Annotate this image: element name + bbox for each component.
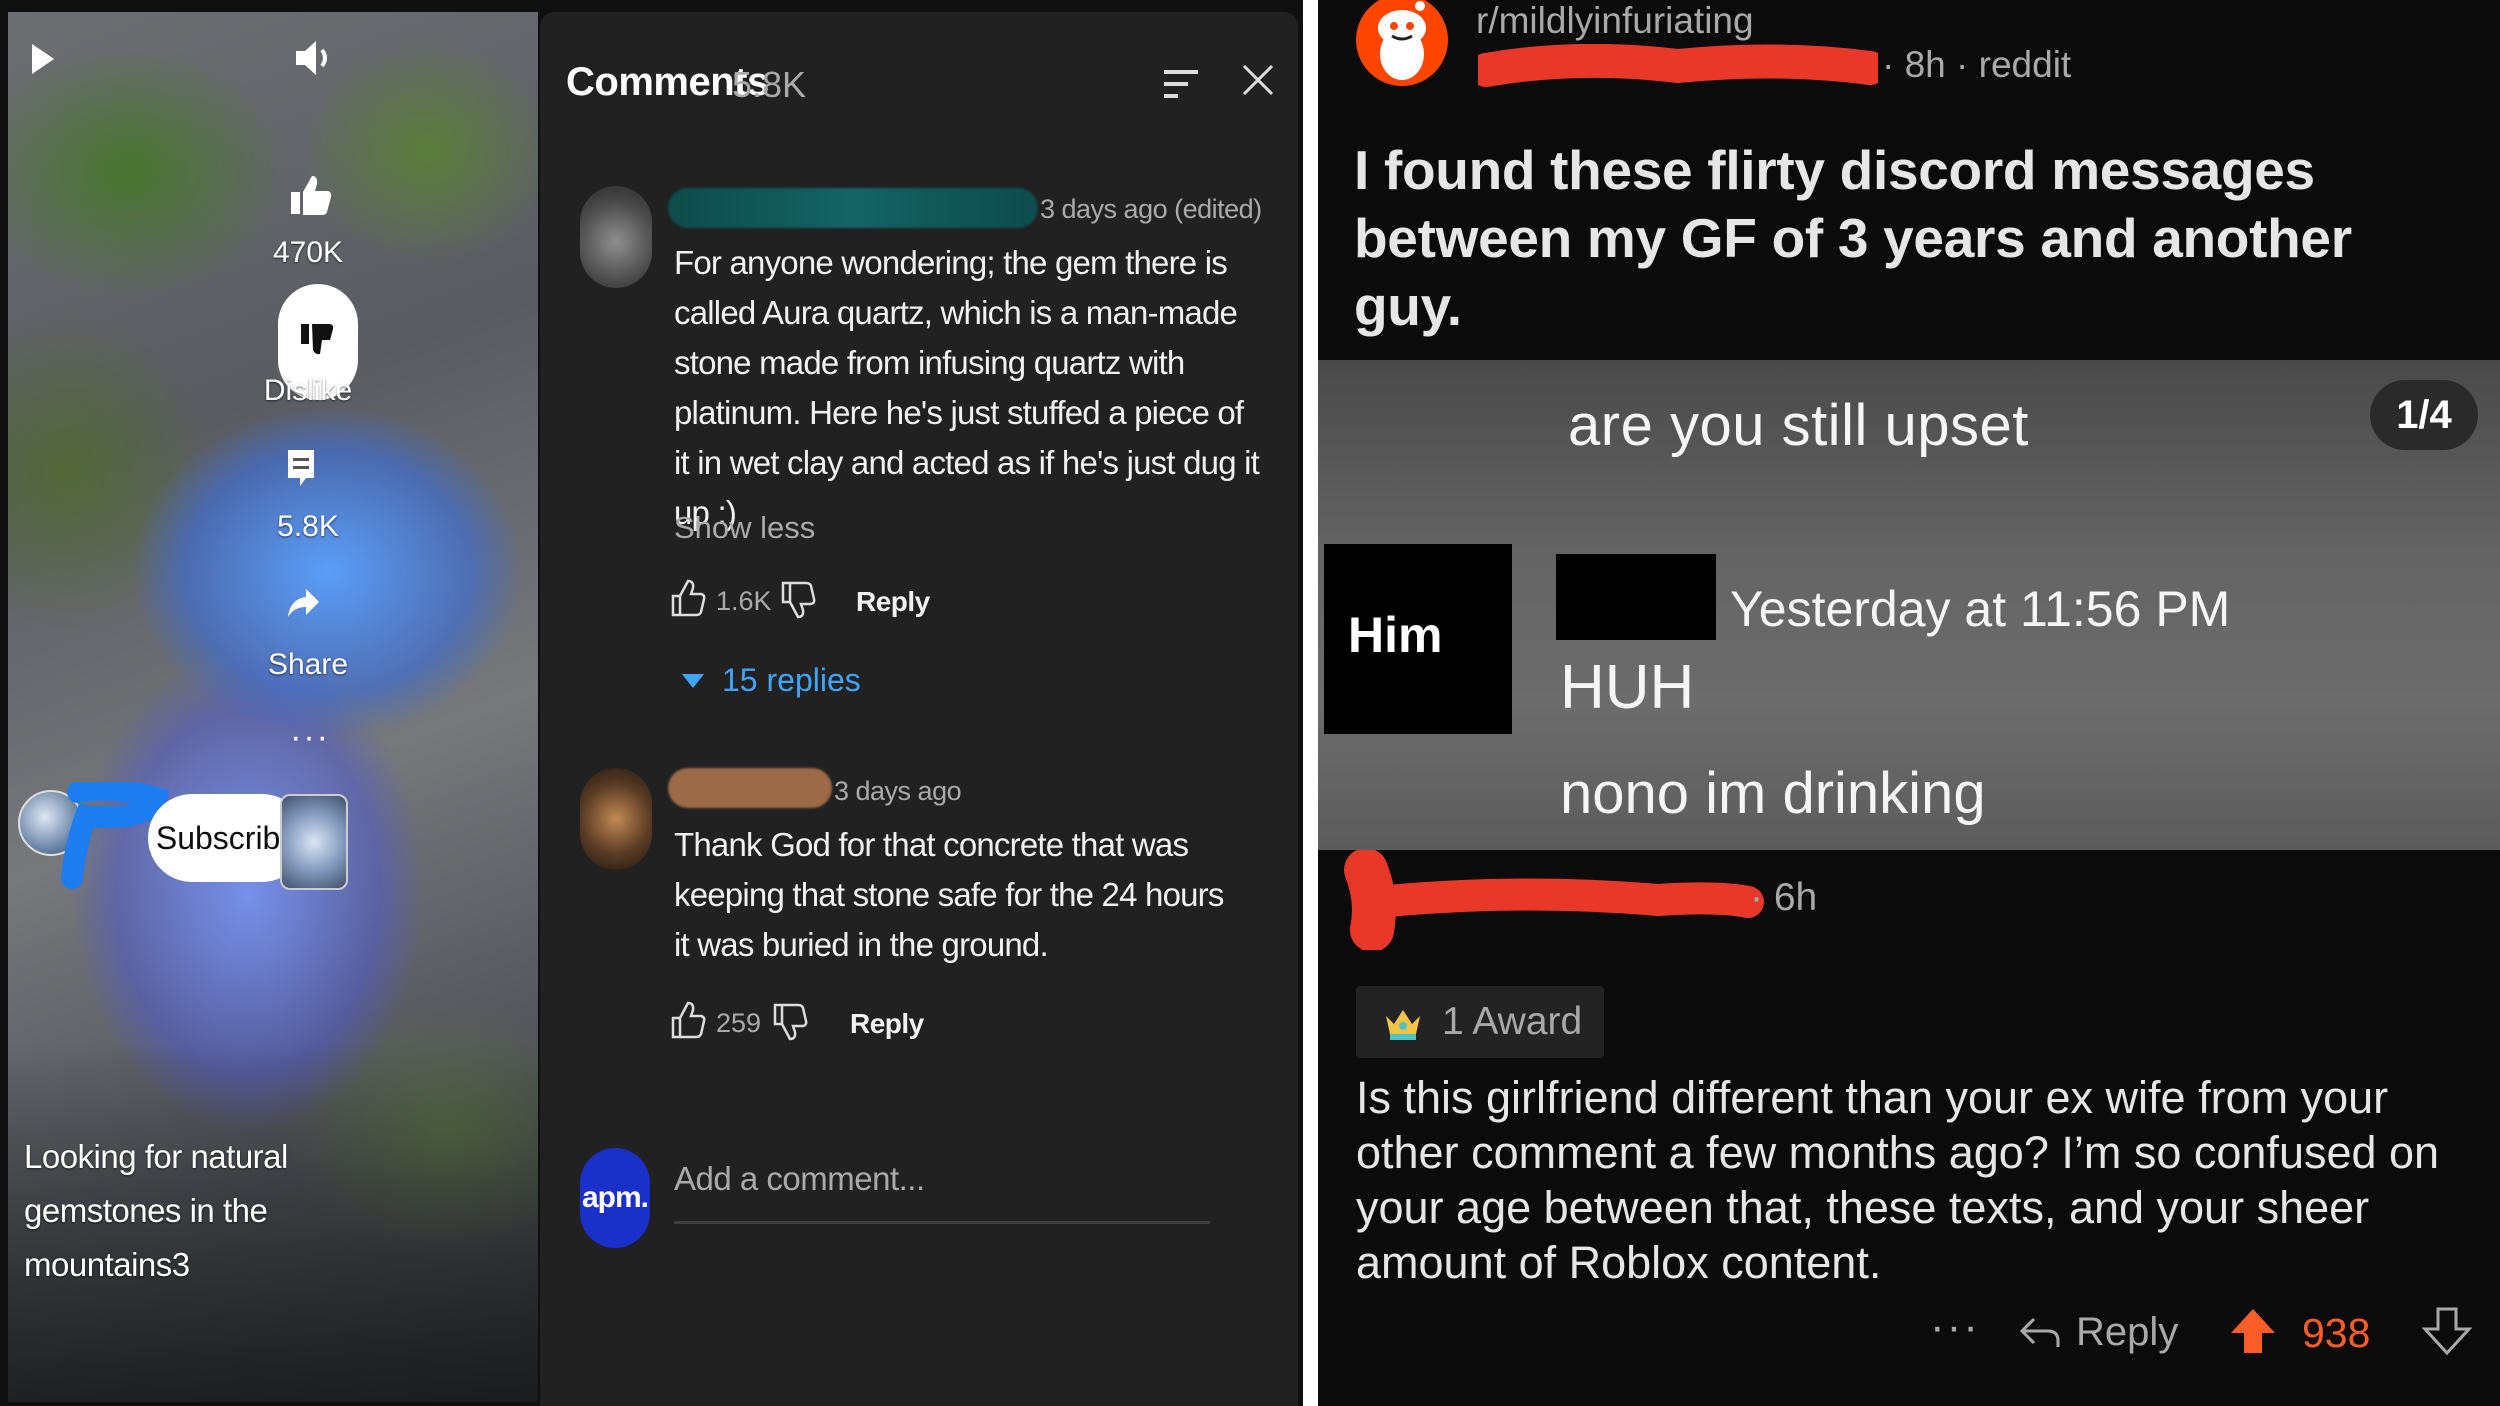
comment-time: · 6h (1750, 876, 1818, 919)
sound-thumbnail[interactable] (280, 794, 348, 890)
composite-screenshot: 470K Dislike 5.8K Share Looking for natu… (0, 0, 2500, 1406)
username-redaction (668, 188, 1038, 228)
message-text: HUH (1560, 653, 1695, 722)
share-label: Share (267, 648, 349, 681)
reddit-post-panel: r/mildlyinfuriating · 8h · reddit I foun… (1318, 0, 2500, 1406)
chevron-down-icon (682, 673, 704, 688)
volume-icon[interactable] (294, 38, 338, 83)
poster-name-redaction (1478, 44, 1878, 87)
commenter-name-redaction (1344, 850, 1764, 950)
upvote-icon[interactable] (2228, 1306, 2278, 1361)
thumbs-up-icon[interactable] (670, 578, 706, 623)
video-player[interactable]: 470K Dislike 5.8K Share Looking for natu… (8, 12, 538, 1402)
reply-button[interactable]: Reply (850, 1008, 924, 1040)
post-title[interactable]: I found these flirty discord messages be… (1354, 136, 2474, 340)
video-title: Looking for natural gemstones in the mou… (24, 1138, 288, 1283)
dislike-label: Dislike (263, 374, 353, 407)
reply-button[interactable]: Reply (856, 586, 930, 618)
subreddit-name[interactable]: r/mildlyinfuriating (1476, 0, 1754, 42)
reply-arrow-icon (2019, 1317, 2060, 1347)
play-icon[interactable] (30, 42, 56, 81)
thumbs-down-icon[interactable] (780, 580, 816, 625)
sender-name-redaction (1556, 554, 1716, 640)
sender-avatar-box: Him (1324, 544, 1512, 734)
post-meta: · 8h · reddit (1882, 44, 2072, 85)
comment-count: 5.8K (277, 510, 339, 543)
like-count: 470K (272, 236, 344, 269)
user-avatar: apm. (580, 1148, 650, 1248)
comment-avatar[interactable] (580, 768, 652, 870)
comment-time: 3 days ago (834, 776, 962, 806)
close-icon[interactable] (1240, 62, 1276, 103)
award-badge[interactable]: 1 Award (1356, 986, 1604, 1058)
message-timestamp: Yesterday at 11:56 PM (1730, 581, 2231, 637)
reply-label: Reply (2076, 1310, 2179, 1354)
view-replies-toggle[interactable]: 15 replies (682, 662, 861, 699)
comment-text: Is this girlfriend different than your e… (1356, 1072, 2440, 1288)
more-options-icon[interactable]: ··· (290, 718, 330, 757)
message-text: are you still upset (1568, 393, 2029, 458)
comment-text: Thank God for that concrete that was kee… (674, 826, 1224, 963)
like-icon[interactable] (288, 172, 334, 223)
video-short-panel: 470K Dislike 5.8K Share Looking for natu… (0, 0, 1303, 1406)
comments-icon[interactable] (286, 448, 316, 493)
replies-label: 15 replies (722, 662, 861, 698)
sender-label: Him (1348, 607, 1443, 663)
like-count: 1.6K (716, 586, 772, 616)
reply-button[interactable]: Reply (2018, 1310, 2178, 1355)
show-less-link[interactable]: Show less (674, 510, 815, 546)
snoo-icon (1378, 1, 1426, 80)
comment-text: For anyone wondering; the gem there is c… (674, 244, 1260, 531)
username-redaction (668, 768, 832, 808)
comment-time: 3 days ago (edited) (1040, 194, 1262, 224)
thumbs-down-icon[interactable] (772, 1002, 808, 1047)
comment-avatar[interactable] (580, 186, 652, 288)
sort-icon[interactable] (1162, 64, 1202, 109)
thumbs-up-icon[interactable] (670, 1000, 706, 1045)
comments-panel: Comments 5.8K 3 days ago (edited) For an… (540, 12, 1298, 1406)
award-label: 1 Award (1442, 1000, 1583, 1043)
award-icon (1386, 1010, 1420, 1040)
more-options-icon[interactable]: ··· (1930, 1302, 1980, 1352)
like-count: 259 (716, 1008, 762, 1038)
image-counter-badge: 1/4 (2370, 380, 2478, 450)
add-comment-input[interactable]: Add a comment... (674, 1160, 1210, 1224)
subreddit-icon[interactable] (1356, 0, 1448, 86)
post-image[interactable]: are you still upset 1/4 Him Yesterday at… (1318, 360, 2500, 850)
share-icon[interactable] (286, 586, 320, 625)
message-text: nono im drinking (1560, 761, 1986, 826)
comments-count: 5.8K (732, 64, 807, 105)
downvote-icon[interactable] (2421, 1306, 2473, 1361)
vote-score: 938 (2302, 1310, 2371, 1356)
